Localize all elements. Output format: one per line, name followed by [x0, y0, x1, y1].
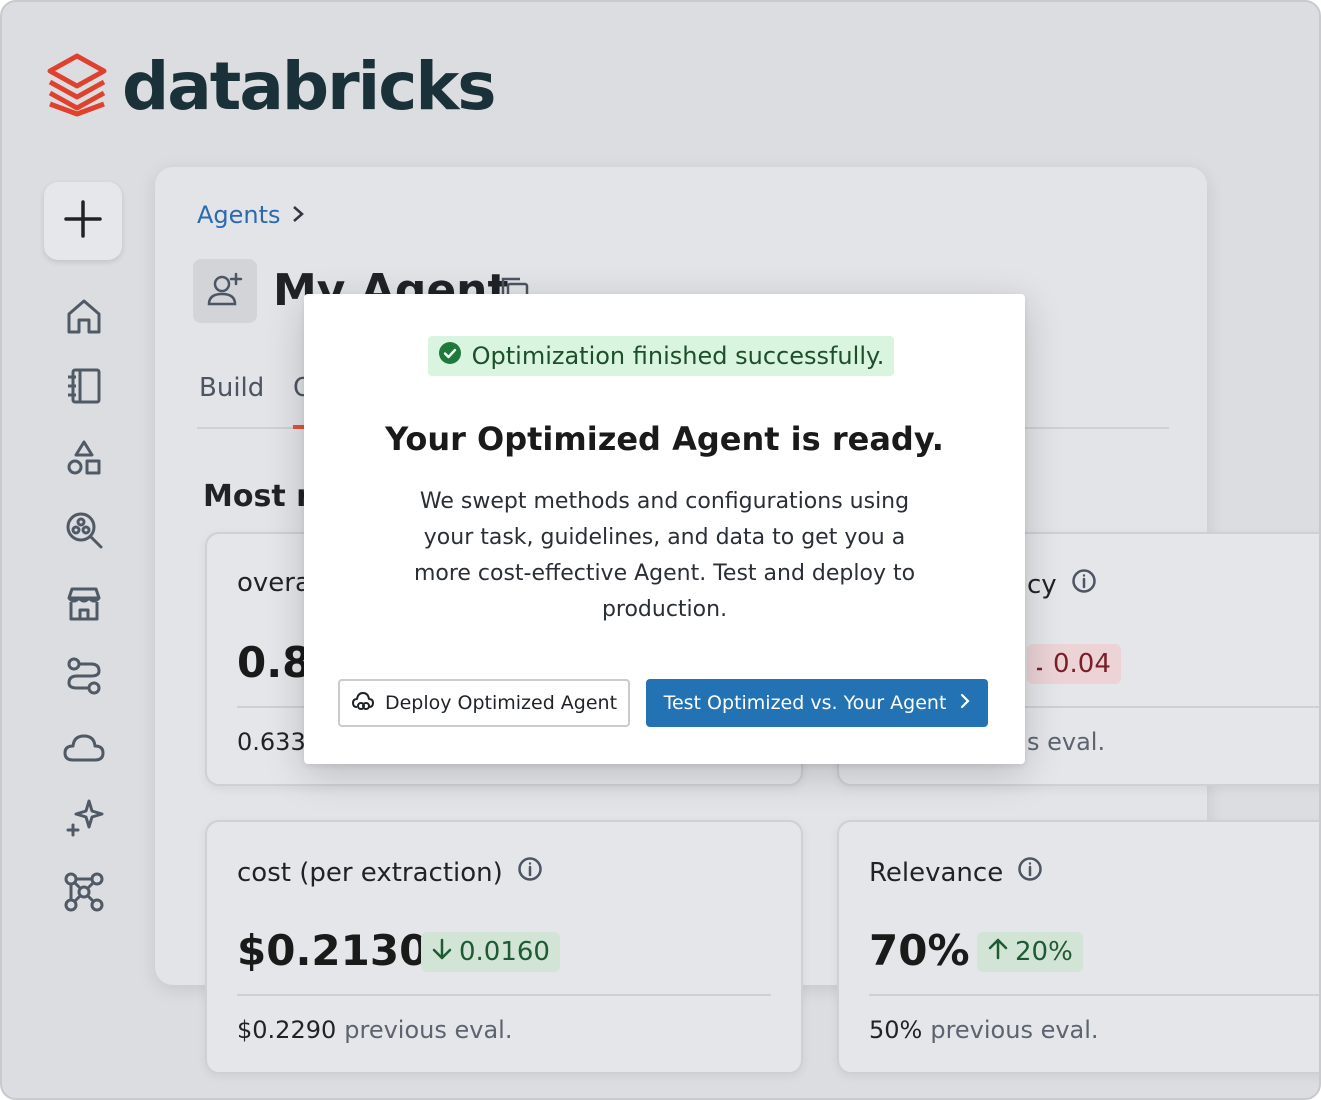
- optimization-dialog: Optimization finished successfully. Your…: [304, 294, 1025, 764]
- breadcrumb[interactable]: Agents: [197, 201, 305, 229]
- plus-icon: [63, 199, 103, 243]
- agent-avatar: [193, 259, 257, 323]
- shapes-icon[interactable]: [60, 434, 108, 482]
- metric-label: cy: [1027, 568, 1097, 601]
- marketplace-icon[interactable]: [60, 580, 108, 628]
- previous-value: $0.2290: [237, 1016, 337, 1044]
- metric-label-text: cost (per extraction): [237, 857, 503, 888]
- metric-label-text: Relevance: [869, 857, 1004, 888]
- metric-label: overa: [237, 568, 311, 598]
- cloud-link-icon: [351, 690, 375, 717]
- delta-value: 0.04: [1053, 649, 1111, 679]
- delta-value: 0.0160: [459, 937, 550, 967]
- success-banner: Optimization finished successfully.: [428, 336, 894, 376]
- app-frame: databricks Agents My Agent Build Most r …: [0, 0, 1321, 1100]
- metric-previous: 0.633: [237, 728, 306, 756]
- sparkle-icon[interactable]: [60, 794, 108, 842]
- section-title: Most r: [203, 479, 311, 514]
- test-button-label: Test Optimized vs. Your Agent: [663, 692, 947, 714]
- arrow-down-icon: [431, 937, 453, 968]
- divider: [869, 994, 1319, 996]
- metric-value: 0.8: [237, 638, 312, 687]
- info-icon[interactable]: [1071, 568, 1097, 601]
- arrow-up-icon: [987, 937, 1009, 968]
- previous-label: s eval.: [1027, 728, 1106, 756]
- databricks-logo[interactable]: databricks: [46, 48, 497, 125]
- dialog-title: Your Optimized Agent is ready.: [385, 420, 944, 458]
- graph-icon[interactable]: [60, 868, 108, 916]
- info-icon[interactable]: [517, 856, 543, 889]
- home-icon[interactable]: [60, 292, 108, 340]
- arrow-down-icon: [1037, 649, 1047, 680]
- check-circle-icon: [438, 341, 462, 371]
- workflow-icon[interactable]: [60, 652, 108, 700]
- delta-badge: 0.0160: [421, 932, 560, 972]
- previous-label: previous eval.: [344, 1016, 513, 1044]
- info-icon[interactable]: [1017, 856, 1043, 889]
- previous-value: 0.633: [237, 728, 306, 756]
- metric-value: 70%: [869, 926, 970, 975]
- metric-label: cost (per extraction): [237, 856, 543, 889]
- dialog-description: We swept methods and configurations usin…: [413, 489, 916, 622]
- delta-badge: 20%: [977, 932, 1083, 972]
- test-optimized-agent-button[interactable]: Test Optimized vs. Your Agent: [646, 679, 988, 727]
- deploy-optimized-agent-button[interactable]: Deploy Optimized Agent: [338, 679, 630, 727]
- delta-badge: 0.04: [1027, 644, 1121, 684]
- metric-card-relevance: Relevance 70% 20% 50% previous eval.: [837, 820, 1319, 1074]
- databricks-layers-icon: [46, 52, 108, 122]
- brand-name: databricks: [122, 48, 497, 125]
- metric-card-cost: cost (per extraction) $0.2130 0.0160 $0.…: [205, 820, 803, 1074]
- metric-previous: s eval.: [1027, 728, 1105, 756]
- metric-label: Relevance: [869, 856, 1043, 889]
- metric-value: $0.2130: [237, 926, 429, 975]
- user-plus-icon: [206, 270, 244, 312]
- deploy-button-label: Deploy Optimized Agent: [384, 692, 618, 714]
- notebook-icon[interactable]: [60, 362, 108, 410]
- tab-build[interactable]: Build: [199, 373, 264, 403]
- cloud-icon[interactable]: [60, 724, 108, 772]
- metric-label-text: cy: [1027, 569, 1057, 600]
- breadcrumb-agents[interactable]: Agents: [197, 201, 281, 229]
- success-text: Optimization finished successfully.: [471, 342, 885, 370]
- previous-value: 50%: [869, 1016, 923, 1044]
- chevron-right-icon: [291, 201, 305, 229]
- metric-previous: 50% previous eval.: [869, 1016, 1099, 1044]
- chevron-right-icon: [960, 692, 970, 714]
- metric-previous: $0.2290 previous eval.: [237, 1016, 512, 1044]
- new-button[interactable]: [44, 182, 122, 260]
- divider: [237, 994, 771, 996]
- search-data-icon[interactable]: [60, 506, 108, 554]
- delta-value: 20%: [1015, 937, 1073, 967]
- previous-label: previous eval.: [930, 1016, 1099, 1044]
